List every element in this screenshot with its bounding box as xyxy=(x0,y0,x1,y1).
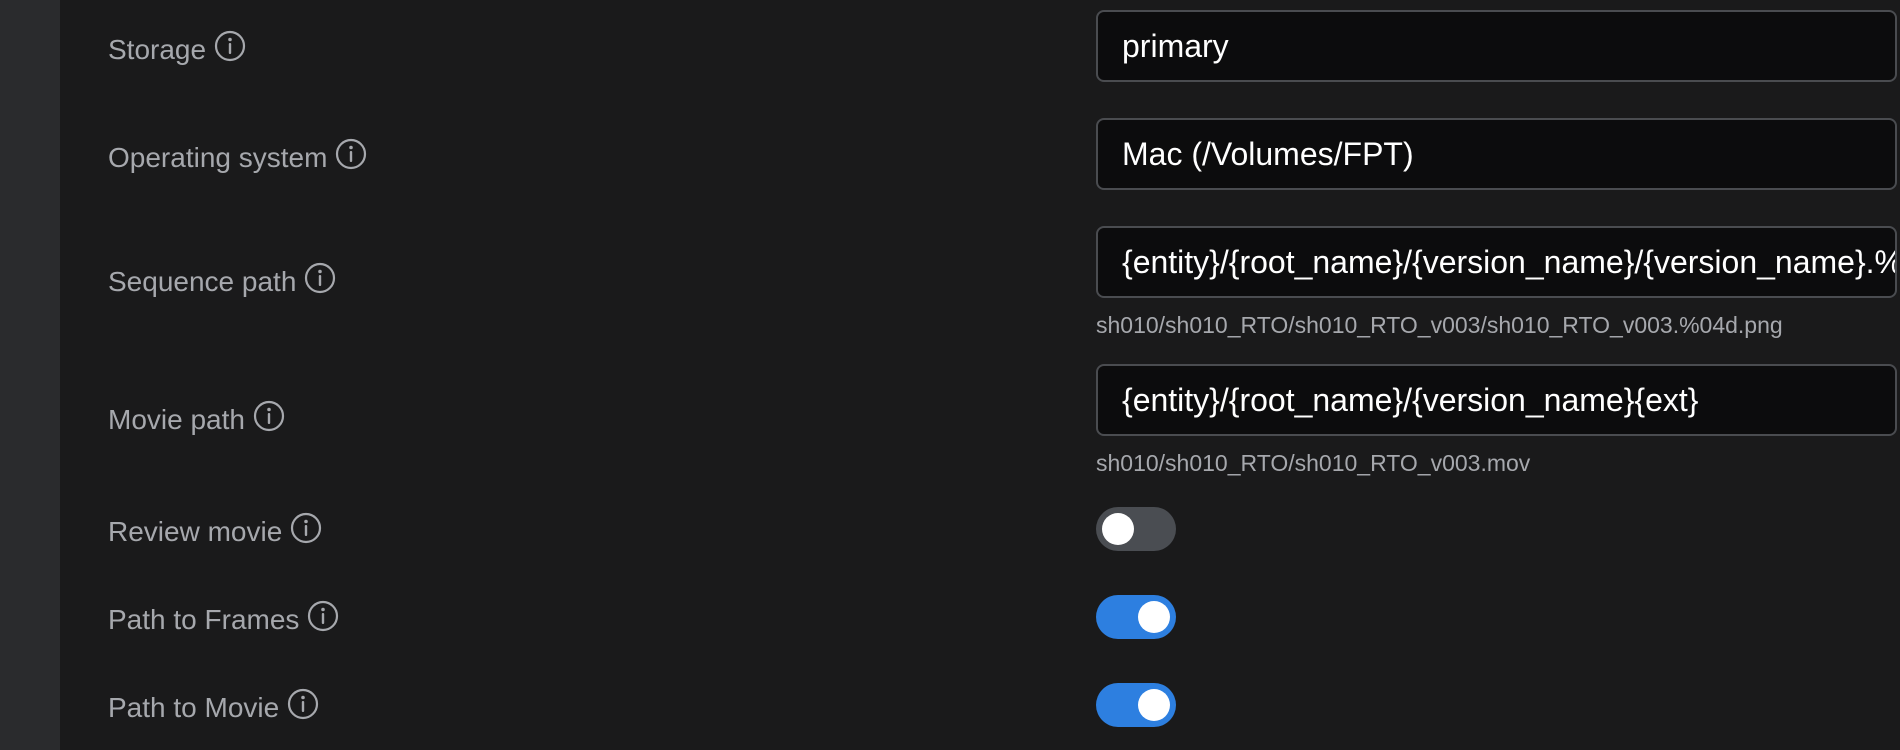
storage-label: Storage xyxy=(108,34,207,65)
storage-input[interactable]: primary xyxy=(1096,10,1897,82)
storage-label-group: Storage xyxy=(108,30,246,70)
path-to-movie-label: Path to Movie xyxy=(108,692,280,723)
info-icon[interactable] xyxy=(287,688,319,720)
path-to-movie-label-group: Path to Movie xyxy=(108,688,319,728)
movie-path-label-group: Movie path xyxy=(108,400,285,440)
review-movie-label: Review movie xyxy=(108,516,283,547)
sequence-path-input[interactable]: {entity}/{root_name}/{version_name}/{ver… xyxy=(1096,226,1897,298)
sequence-path-label: Sequence path xyxy=(108,266,297,297)
toggle-knob xyxy=(1102,513,1134,545)
movie-path-input[interactable]: {entity}/{root_name}/{version_name}{ext} xyxy=(1096,364,1897,436)
path-to-movie-toggle[interactable] xyxy=(1096,683,1176,727)
toggle-knob xyxy=(1138,601,1170,633)
info-icon[interactable] xyxy=(253,400,285,432)
review-movie-label-group: Review movie xyxy=(108,512,322,552)
toggle-knob xyxy=(1138,689,1170,721)
operating-system-label-group: Operating system xyxy=(108,138,367,178)
sequence-path-preview: sh010/sh010_RTO/sh010_RTO_v003/sh010_RTO… xyxy=(1096,312,1783,338)
info-icon[interactable] xyxy=(335,138,367,170)
settings-panel: Storage primary Operating system Mac (/V… xyxy=(60,0,1900,750)
path-to-frames-label: Path to Frames xyxy=(108,604,300,635)
sequence-path-label-group: Sequence path xyxy=(108,262,336,302)
left-rail xyxy=(0,0,60,750)
operating-system-select[interactable]: Mac (/Volumes/FPT) xyxy=(1096,118,1897,190)
info-icon[interactable] xyxy=(214,30,246,62)
operating-system-label: Operating system xyxy=(108,142,328,173)
movie-path-preview: sh010/sh010_RTO/sh010_RTO_v003.mov xyxy=(1096,450,1531,476)
path-to-frames-toggle[interactable] xyxy=(1096,595,1176,639)
movie-path-label: Movie path xyxy=(108,404,245,435)
review-movie-toggle[interactable] xyxy=(1096,507,1176,551)
info-icon[interactable] xyxy=(307,600,339,632)
path-to-frames-label-group: Path to Frames xyxy=(108,600,339,640)
info-icon[interactable] xyxy=(290,512,322,544)
info-icon[interactable] xyxy=(304,262,336,294)
